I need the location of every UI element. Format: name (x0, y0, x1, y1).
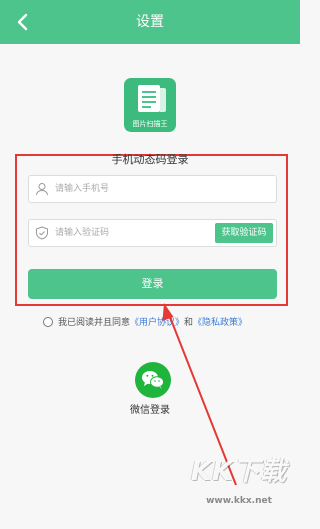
verification-code-field[interactable]: 获取验证码 (28, 219, 277, 247)
wechat-icon (142, 371, 164, 389)
wechat-login-label: 微信登录 (130, 405, 170, 416)
wechat-login-button[interactable] (135, 362, 171, 398)
login-title: 手机动态码登录 (111, 153, 189, 166)
agreement-conjunction: 和 (184, 318, 194, 328)
user-agreement-link[interactable]: 《用户协议》 (130, 318, 184, 328)
document-icon (138, 85, 166, 112)
agreement-radio[interactable] (43, 317, 53, 327)
app-logo: 图片扫描王 (124, 78, 176, 132)
phone-input[interactable] (55, 180, 205, 198)
logo-caption: 图片扫描王 (132, 120, 168, 128)
verification-code-input[interactable] (55, 224, 205, 242)
agreement-text: 我已阅读并且同意《用户协议》和《隐私政策》 (58, 316, 247, 330)
watermark-brand: KK下载 (190, 457, 288, 487)
login-button[interactable]: 登录 (28, 269, 277, 299)
privacy-policy-link[interactable]: 《隐私政策》 (193, 318, 247, 328)
watermark-url: www.kkx.net (206, 496, 272, 506)
agreement-prefix: 我已阅读并且同意 (58, 318, 131, 328)
phone-field[interactable] (28, 175, 277, 203)
user-icon (36, 183, 48, 196)
shield-icon (36, 226, 48, 240)
top-bar: 设置 (0, 0, 300, 44)
page-title: 设置 (136, 14, 164, 30)
watermark: KK下载 www.kkx.net (180, 455, 298, 525)
get-code-button[interactable]: 获取验证码 (215, 223, 273, 243)
